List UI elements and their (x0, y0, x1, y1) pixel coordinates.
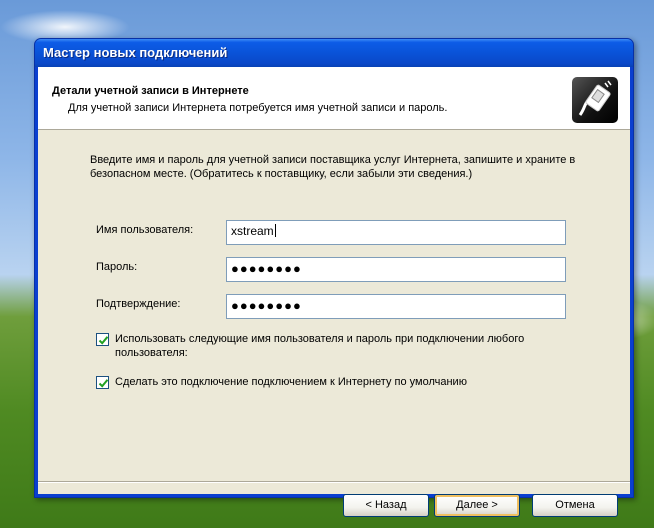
wizard-header: Детали учетной записи в Интернете Для уч… (38, 67, 630, 130)
intro-text: Введите имя и пароль для учетной записи … (90, 154, 576, 180)
next-button[interactable]: Далее > (434, 494, 520, 517)
checkmark-icon (98, 379, 109, 388)
window-title: Мастер новых подключений (43, 45, 228, 60)
button-divider (38, 481, 630, 483)
default-connection-checkbox[interactable] (96, 376, 109, 389)
header-subtitle: Для учетной записи Интернета потребуется… (68, 102, 448, 114)
password-input[interactable]: ●●●●●●●● (226, 257, 566, 282)
header-title: Детали учетной записи в Интернете (52, 85, 249, 97)
title-bar[interactable]: Мастер новых подключений (35, 39, 633, 67)
cancel-button[interactable]: Отмена (532, 494, 618, 517)
back-button[interactable]: < Назад (343, 494, 429, 517)
default-connection-label[interactable]: Сделать это подключение подключением к И… (115, 375, 595, 389)
wizard-client: Детали учетной записи в Интернете Для уч… (38, 67, 630, 517)
confirm-label: Подтверждение: (96, 298, 181, 310)
username-input[interactable]: xstream (226, 220, 566, 245)
use-for-all-label[interactable]: Использовать следующие имя пользователя … (115, 332, 585, 360)
username-value: xstream (231, 224, 274, 238)
username-label: Имя пользователя: (96, 224, 194, 236)
checkmark-icon (98, 336, 109, 345)
text-caret (274, 224, 276, 237)
use-for-all-checkbox[interactable] (96, 333, 109, 346)
wizard-window: Мастер новых подключений Детали учетной … (34, 38, 634, 517)
password-label: Пароль: (96, 261, 138, 273)
confirm-input[interactable]: ●●●●●●●● (226, 294, 566, 319)
network-cable-icon (572, 77, 618, 123)
